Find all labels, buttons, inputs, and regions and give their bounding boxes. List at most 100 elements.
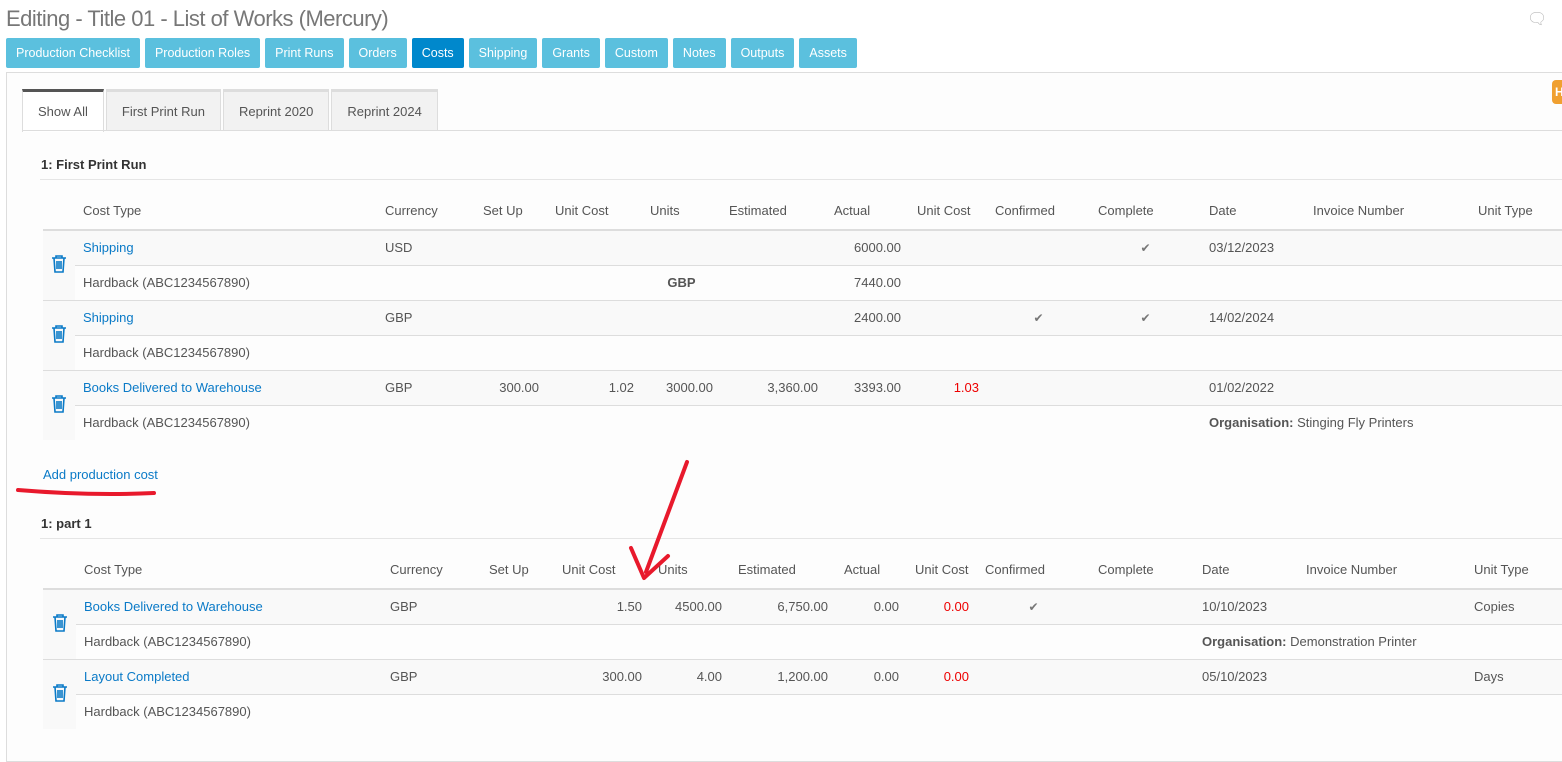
estimated-cell [721,229,826,265]
date-cell: 05/10/2023 [1194,658,1298,694]
delete-cell [43,299,75,370]
help-badge[interactable]: H [1552,80,1562,104]
organisation-name: Stinging Fly Printers [1297,415,1414,431]
trash-icon[interactable] [51,394,67,416]
product-cell: Hardback (ABC1234567890) [75,264,377,300]
product-cell: Hardback (ABC1234567890) [75,404,377,440]
sub-currency-cell: GBP [642,264,721,300]
sub-currency-cell [650,623,730,659]
tab-reprint-2020[interactable]: Reprint 2020 [222,89,330,130]
empty-cell [475,264,547,300]
unit-cost-cell [547,229,642,265]
empty-cell [377,334,475,370]
nav-grants[interactable]: Grants [542,38,600,68]
unit-cost-cell: 300.00 [554,658,650,694]
product-cell: Hardback (ABC1234567890) [76,623,382,659]
nav-outputs[interactable]: Outputs [730,38,795,68]
nav-custom[interactable]: Custom [604,38,668,68]
confirmed-cell: ✔ [977,588,1090,624]
units-cell: 3000.00 [642,369,721,405]
column-header: Unit Cost [554,551,650,590]
trash-icon[interactable] [51,254,67,276]
empty-cell [377,264,475,300]
costs-panel: H Show All First Print Run Reprint 2020 Rep… [6,72,1562,762]
empty-cell [730,623,836,659]
empty-cell [475,404,547,440]
cost-type-link[interactable]: Shipping [83,310,134,325]
table-row: Shipping GBP 2400.00 ✔ ✔ 14/02/2024 [43,299,1562,370]
cost-type-link[interactable]: Shipping [83,240,134,255]
table-row: Shipping USD 6000.00 ✔ 03/12/2023 [43,229,1562,300]
check-icon: ✔ [1028,600,1039,615]
empty-cell [977,623,1090,659]
trash-icon[interactable] [51,324,67,346]
nav-production-checklist[interactable]: Production Checklist [6,38,140,68]
column-header: Currency [377,192,475,231]
tab-first-print-run[interactable]: First Print Run [105,89,221,130]
column-header: Set Up [475,192,547,231]
empty-cell [554,623,650,659]
sub-actual-cell [826,404,909,440]
cost-type-cell: Books Delivered to Warehouse [75,369,377,405]
tab-reprint-2024[interactable]: Reprint 2024 [331,89,438,130]
column-header: Units [650,551,730,590]
empty-cell [987,264,1090,300]
estimated-cell: 3,360.00 [721,369,826,405]
column-header: Confirmed [977,551,1090,590]
sub-currency-cell [642,404,721,440]
nav-production-roles[interactable]: Production Roles [144,38,261,68]
column-header: Unit Cost [909,192,987,231]
column-header: Unit Type [1470,192,1562,231]
table-subrow: Hardback (ABC1234567890) [43,693,1562,729]
column-header: Invoice Number [1298,551,1466,590]
sub-actual-cell [826,334,909,370]
section-title: 1: First Print Run [41,157,147,172]
invoice-cell [1298,658,1466,694]
trash-icon[interactable] [52,683,68,705]
table-header-row: Cost Type Currency Set Up Unit Cost Units Est… [43,192,1562,231]
nav-orders[interactable]: Orders [348,38,407,68]
print-run-tabs: Show All First Print Run Reprint 2020 Repri… [22,89,438,132]
table-subrow: Hardback (ABC1234567890) [43,334,1562,370]
tab-show-all[interactable]: Show All [22,89,104,132]
add-production-cost-link[interactable]: Add production cost [43,467,158,482]
organisation-label: Organisation: [1202,634,1287,649]
unit-type-cell [1470,229,1562,265]
empty-cell [377,404,475,440]
empty-cell [1090,623,1194,659]
delete-cell [43,369,75,440]
cost-type-link[interactable]: Layout Completed [84,669,190,684]
empty-cell [907,623,977,659]
empty-cell [1090,404,1201,440]
unit-cost-variance-cell: 0.00 [907,588,977,624]
comments-icon[interactable]: 🗨 [1527,9,1547,29]
empty-cell [909,264,987,300]
invoice-cell [1305,369,1470,405]
currency-cell: GBP [382,588,481,624]
actual-cell: 6000.00 [826,229,909,265]
cost-type-link[interactable]: Books Delivered to Warehouse [83,380,262,395]
column-header: Unit Type [1466,551,1562,590]
check-icon: ✔ [1140,311,1151,325]
table-row: Books Delivered to Warehouse GBP 300.00 1.0… [43,369,1562,440]
nav-notes[interactable]: Notes [672,38,726,68]
trash-icon[interactable] [52,613,68,635]
table-row: Layout Completed GBP 300.00 4.00 1,200.00 0.0… [43,658,1562,729]
table-row: Books Delivered to Warehouse GBP 1.50 4500.… [43,588,1562,659]
currency-cell: GBP [377,369,475,405]
product-cell: Hardback (ABC1234567890) [76,693,382,729]
costs-table: Cost Type Currency Set Up Unit Cost Units Est… [43,192,1562,440]
column-header: Confirmed [987,192,1090,231]
setup-cell [481,588,554,624]
unit-cost-variance-cell: 1.03 [909,369,987,405]
nav-costs[interactable]: Costs [411,38,464,68]
empty-cell [721,404,826,440]
cost-type-link[interactable]: Books Delivered to Warehouse [84,599,263,614]
nav-print-runs[interactable]: Print Runs [265,38,344,68]
header-spacer [43,551,76,590]
unit-cost-variance-cell [909,299,987,335]
estimated-cell [721,299,826,335]
invoice-cell [1305,299,1470,335]
nav-shipping[interactable]: Shipping [468,38,538,68]
nav-assets[interactable]: Assets [799,38,857,68]
